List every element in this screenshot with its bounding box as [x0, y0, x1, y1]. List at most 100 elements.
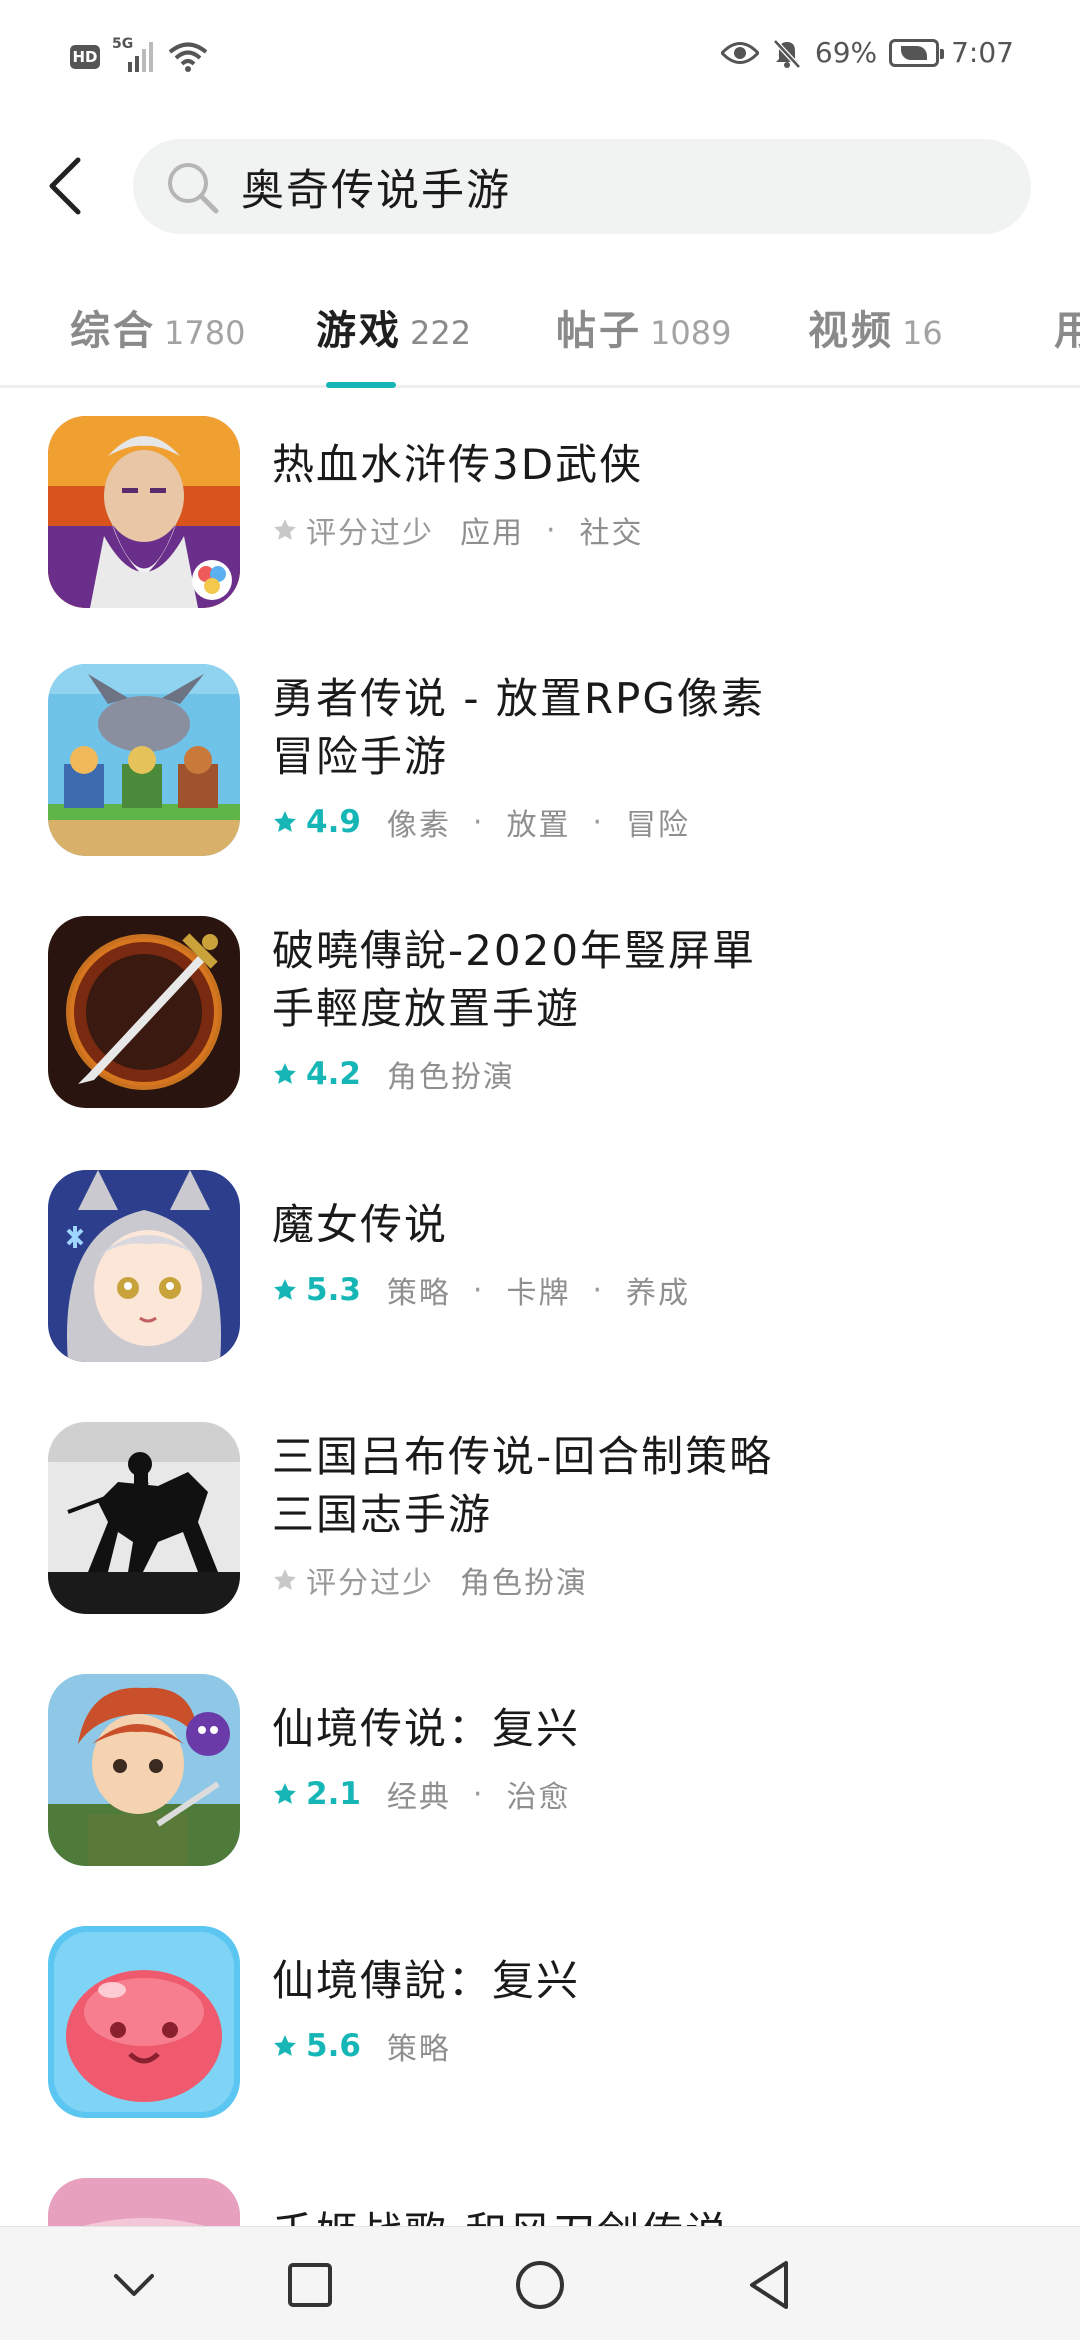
- list-item[interactable]: 魔女传说 5.3 策略 · 卡牌 · 养成: [0, 1170, 1080, 1390]
- tab-label: 游戏: [316, 308, 402, 354]
- hd-icon: HD: [70, 45, 100, 69]
- item-title: 破曉傳說-2020年豎屏單手輕度放置手遊: [272, 926, 757, 1033]
- tab-count: 16: [902, 314, 943, 352]
- search-input[interactable]: 奥奇传说手游: [133, 139, 1031, 234]
- item-title: 热血水浒传3D武侠: [272, 440, 644, 489]
- item-meta: 5.3 策略 · 卡牌 · 养成: [272, 1268, 792, 1312]
- chevron-left-icon: [49, 157, 81, 215]
- chevron-down-icon: [114, 2274, 154, 2296]
- back-button[interactable]: [36, 152, 96, 220]
- recents-button[interactable]: [280, 2255, 340, 2315]
- tag-separator: ·: [472, 1272, 485, 1308]
- clock: 7:07: [951, 36, 1014, 69]
- hide-nav-button[interactable]: [104, 2255, 164, 2315]
- app-icon[interactable]: [48, 1170, 240, 1362]
- tab-posts[interactable]: 帖子 1089: [556, 298, 731, 368]
- rating-text: 评分过少: [306, 1566, 434, 1601]
- star-icon: [274, 2035, 296, 2056]
- item-meta: 4.9 像素 · 放置 · 冒险: [272, 800, 792, 844]
- tag: 冒险: [626, 808, 691, 843]
- back-nav-button[interactable]: [740, 2255, 800, 2315]
- tag: 社交: [579, 516, 644, 551]
- signal-icon: 5G: [112, 36, 156, 74]
- list-item[interactable]: 千姬战歌-和风刀剑传说: [0, 2178, 1080, 2226]
- tab-label: 帖子: [556, 308, 642, 354]
- app-icon[interactable]: [48, 664, 240, 856]
- tag: 经典: [386, 1780, 451, 1815]
- item-meta: 评分过少 角色扮演: [272, 1558, 792, 1602]
- item-info: 勇者传说 - 放置RPG像素冒险手游 4.9 像素 · 放置 · 冒险: [272, 670, 792, 844]
- item-meta: 5.6 策略: [272, 2024, 792, 2068]
- list-item[interactable]: 勇者传说 - 放置RPG像素冒险手游 4.9 像素 · 放置 · 冒险: [0, 664, 1080, 884]
- tag: 放置: [506, 808, 571, 843]
- item-meta: 评分过少 应用 · 社交: [272, 508, 792, 552]
- tab-all[interactable]: 综合 1780: [70, 298, 245, 368]
- app-icon[interactable]: [48, 1674, 240, 1866]
- tag: 策略: [386, 2032, 451, 2067]
- list-item[interactable]: 仙境傳說：复兴 5.6 策略: [0, 1926, 1080, 2146]
- wifi-icon: [168, 42, 208, 72]
- star-icon: [274, 1063, 296, 1084]
- results-list[interactable]: 热血水浒传3D武侠 评分过少 应用 · 社交 勇者传说 - 放置RPG像素冒险手…: [0, 390, 1080, 2226]
- star-icon: [274, 519, 296, 540]
- item-meta: 4.2 角色扮演: [272, 1052, 792, 1096]
- tag: 卡牌: [506, 1276, 571, 1311]
- tag: 应用: [460, 516, 524, 551]
- home-button[interactable]: [510, 2255, 570, 2315]
- app-icon[interactable]: [48, 916, 240, 1108]
- item-meta: 2.1 经典 · 治愈: [272, 1772, 792, 1816]
- tab-games[interactable]: 游戏 222: [316, 298, 471, 368]
- list-item[interactable]: 三国吕布传说-回合制策略三国志手游 评分过少 角色扮演: [0, 1422, 1080, 1642]
- item-title: 勇者传说 - 放置RPG像素冒险手游: [272, 674, 765, 781]
- status-left: HD 5G: [70, 36, 208, 74]
- rating-value: 5.6: [306, 2028, 361, 2064]
- rating-value: 5.3: [306, 1272, 361, 1308]
- item-title: 仙境传说：复兴: [272, 1704, 581, 1753]
- item-info: 仙境傳說：复兴 5.6 策略: [272, 1952, 792, 2068]
- tab-label: 用: [1054, 308, 1080, 354]
- item-info: 破曉傳說-2020年豎屏單手輕度放置手遊 4.2 角色扮演: [272, 922, 792, 1096]
- list-item[interactable]: 仙境传说：复兴 2.1 经典 · 治愈: [0, 1674, 1080, 1894]
- tag-separator: ·: [472, 804, 485, 840]
- rating-value: 4.2: [306, 1056, 361, 1092]
- tab-users[interactable]: 用: [1054, 298, 1080, 368]
- tag: 治愈: [506, 1780, 571, 1815]
- item-info: 仙境传说：复兴 2.1 经典 · 治愈: [272, 1700, 792, 1816]
- search-query[interactable]: 奥奇传说手游: [241, 156, 511, 218]
- tab-label: 视频: [808, 308, 894, 354]
- tag-separator: ·: [592, 804, 605, 840]
- list-item[interactable]: 破曉傳說-2020年豎屏單手輕度放置手遊 4.2 角色扮演: [0, 916, 1080, 1136]
- status-right: 69% 7:07: [720, 36, 1014, 69]
- network-type-label: 5G: [112, 36, 134, 52]
- tag: 角色扮演: [386, 1060, 515, 1095]
- screen: HD 5G 69% 7:07 奥奇传说手游 综合 1780 游戏 222 帖子 …: [0, 0, 1080, 2340]
- tag-separator: ·: [546, 512, 558, 548]
- item-info: 千姬战歌-和风刀剑传说: [272, 2204, 792, 2226]
- tab-count: 222: [410, 314, 472, 352]
- tag: 角色扮演: [460, 1566, 588, 1601]
- system-nav-bar: [0, 2226, 1080, 2340]
- item-title: 三国吕布传说-回合制策略三国志手游: [272, 1432, 774, 1539]
- rating-text: 评分过少: [306, 516, 434, 551]
- app-icon[interactable]: [48, 1926, 240, 2118]
- app-icon[interactable]: [48, 2178, 240, 2226]
- active-tab-indicator: [326, 382, 396, 388]
- tag: 策略: [386, 1276, 451, 1311]
- tab-count: 1089: [650, 314, 732, 352]
- list-item[interactable]: 热血水浒传3D武侠 评分过少 应用 · 社交: [0, 416, 1080, 636]
- tag: 养成: [626, 1276, 691, 1311]
- circle-home-icon: [516, 2261, 564, 2309]
- status-bar: HD 5G 69% 7:07: [0, 0, 1080, 124]
- tab-bar: 综合 1780 游戏 222 帖子 1089 视频 16 用: [0, 268, 1080, 388]
- tab-videos[interactable]: 视频 16: [808, 298, 943, 368]
- app-icon[interactable]: [48, 416, 240, 608]
- item-info: 魔女传说 5.3 策略 · 卡牌 · 养成: [272, 1196, 792, 1312]
- star-icon: [274, 1569, 296, 1590]
- item-title: 千姬战歌-和风刀剑传说: [272, 2204, 792, 2226]
- rating-value: 4.9: [306, 804, 361, 840]
- square-recents-icon: [288, 2263, 332, 2307]
- tag-separator: ·: [592, 1272, 605, 1308]
- app-icon[interactable]: [48, 1422, 240, 1614]
- tag: 像素: [386, 808, 451, 843]
- star-icon: [274, 1279, 296, 1300]
